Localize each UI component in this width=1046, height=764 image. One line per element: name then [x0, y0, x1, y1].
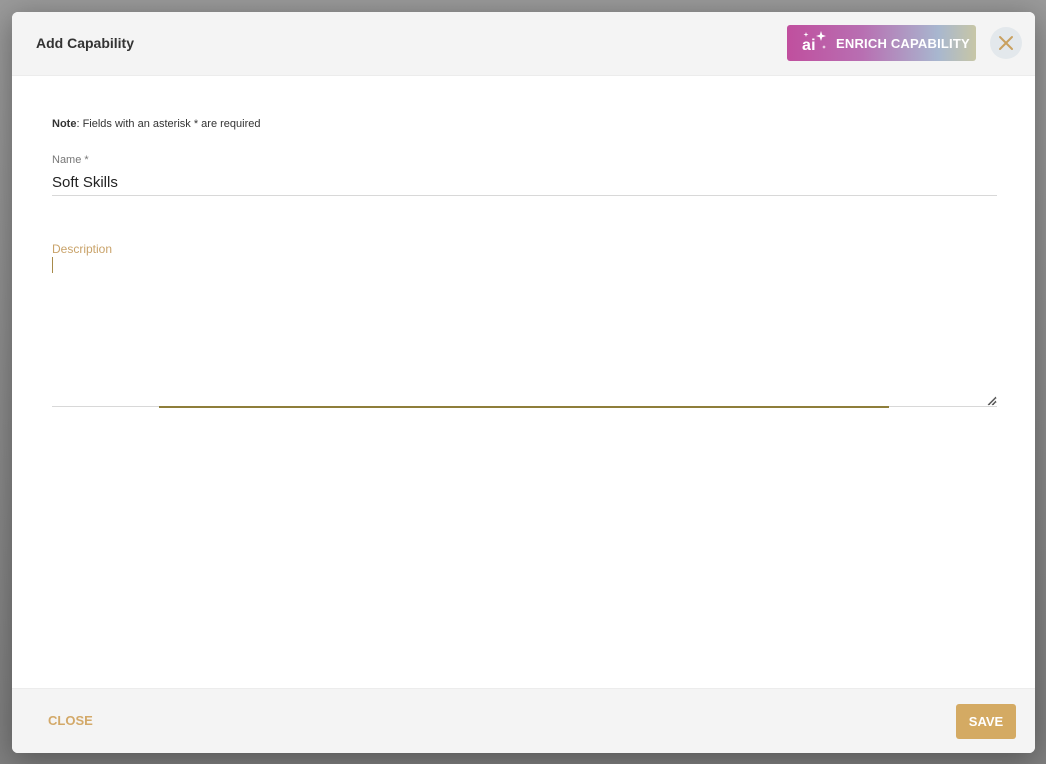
note-text: : Fields with an asterisk * are required	[76, 118, 261, 130]
note-prefix: Note	[52, 118, 77, 130]
dialog-footer: CLOSE SAVE	[12, 688, 1035, 753]
description-textarea[interactable]	[52, 256, 997, 407]
dialog-header: Add Capability ai ENRICH CAPABILITY	[12, 12, 1035, 76]
enrich-capability-button[interactable]: ai ENRICH CAPABILITY	[787, 25, 976, 61]
dialog-close-button[interactable]	[990, 27, 1022, 59]
description-focus-underline	[159, 406, 889, 408]
name-input[interactable]	[52, 170, 997, 196]
dialog-title: Add Capability	[36, 35, 135, 51]
enrich-capability-label: ENRICH CAPABILITY	[836, 35, 970, 51]
add-capability-dialog: Add Capability ai ENRICH CAPABILITY Note…	[12, 12, 1035, 753]
required-fields-note: Note: Fields with an asterisk * are requ…	[52, 118, 260, 130]
description-label: Description	[52, 242, 113, 256]
text-caret	[52, 257, 53, 273]
resize-grip-icon[interactable]	[987, 396, 997, 406]
save-button[interactable]: SAVE	[956, 704, 1016, 739]
close-button[interactable]: CLOSE	[36, 709, 105, 732]
name-label: Name *	[52, 154, 89, 166]
ai-sparkle-icon: ai	[801, 30, 827, 56]
close-icon	[999, 36, 1013, 50]
